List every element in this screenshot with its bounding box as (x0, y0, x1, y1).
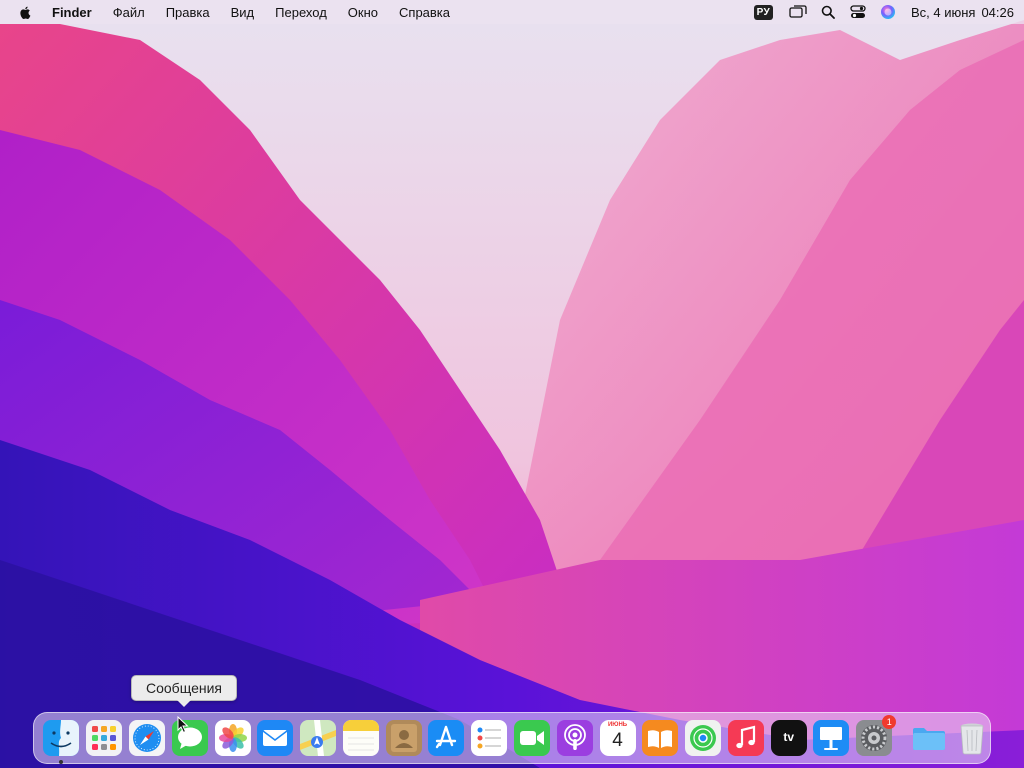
screen-mirroring-icon[interactable] (783, 1, 813, 23)
dock-maps[interactable] (300, 720, 337, 756)
calendar-day-label: 4 (612, 730, 623, 751)
music-icon (727, 720, 764, 756)
dock-mail[interactable] (257, 720, 294, 756)
dock-launchpad[interactable] (86, 720, 123, 756)
mail-icon (257, 720, 294, 756)
dock-tooltip: Сообщения (131, 675, 237, 707)
dock-tooltip-label: Сообщения (146, 680, 222, 696)
downloads-folder-icon (913, 728, 946, 750)
trash-icon (960, 723, 984, 755)
menu-file[interactable]: Файл (113, 5, 145, 20)
dock-finder[interactable] (43, 720, 80, 764)
menu-bar-clock[interactable]: Вс, 4 июня 04:26 (911, 5, 1014, 20)
dock-photos[interactable] (214, 720, 251, 756)
keynote-icon (813, 720, 850, 756)
dock-podcasts[interactable] (556, 720, 593, 756)
dock-music[interactable] (727, 720, 764, 756)
calendar-month-label: ИЮНЬ (607, 722, 628, 728)
dock-app-store[interactable] (428, 720, 465, 756)
menu-go[interactable]: Переход (275, 5, 327, 20)
notes-icon (342, 720, 379, 756)
menu-help[interactable]: Справка (399, 5, 450, 20)
finder-icon (43, 720, 80, 756)
menu-view[interactable]: Вид (231, 5, 255, 20)
menu-window[interactable]: Окно (348, 5, 378, 20)
system-settings-badge: 1 (882, 715, 897, 729)
dock-facetime[interactable] (513, 720, 550, 756)
dock-trash[interactable] (954, 720, 990, 756)
maps-icon (300, 720, 337, 756)
mouse-cursor-icon (177, 716, 189, 734)
dock-find-my[interactable] (685, 720, 722, 756)
find-my-icon (685, 720, 722, 756)
safari-icon (128, 720, 165, 756)
dock-apple-tv[interactable]: tv (770, 720, 807, 756)
dock-safari[interactable] (128, 720, 165, 756)
desktop-wallpaper (0, 0, 1024, 768)
facetime-icon (513, 720, 550, 756)
podcasts-icon (556, 720, 593, 756)
books-icon (642, 720, 679, 756)
dock-keynote[interactable] (813, 720, 850, 756)
dock-notes[interactable] (342, 720, 379, 756)
input-source-badge[interactable]: РУ (753, 4, 773, 20)
dock-reminders[interactable] (471, 720, 508, 756)
control-center-icon[interactable] (843, 1, 873, 23)
dock-calendar[interactable]: ИЮНЬ 4 (599, 720, 636, 756)
menu-edit[interactable]: Правка (166, 5, 210, 20)
clock-date: Вс, 4 июня (910, 4, 976, 20)
spotlight-search-icon[interactable] (813, 1, 843, 23)
dock-downloads-folder[interactable] (911, 720, 947, 756)
dock-system-settings[interactable]: 1 (856, 715, 897, 756)
apple-tv-label: tv (783, 730, 794, 744)
launchpad-icon (86, 720, 123, 756)
apple-menu-icon[interactable] (18, 4, 34, 20)
menu-bar-status: РУ Вс, 4 июня 04:26 (753, 1, 1014, 23)
siri-icon[interactable] (873, 1, 903, 23)
app-store-icon (428, 720, 465, 756)
reminders-icon (471, 720, 508, 756)
clock-time: 04:26 (981, 4, 1014, 20)
menu-bar: Finder Файл Правка Вид Переход Окно Спра… (0, 0, 1024, 24)
photos-icon (214, 720, 251, 756)
menu-bar-left: Finder Файл Правка Вид Переход Окно Спра… (18, 4, 754, 20)
dock-contacts[interactable] (385, 720, 422, 756)
finder-running-indicator (59, 760, 64, 764)
menu-app-name[interactable]: Finder (52, 5, 92, 20)
contacts-icon (385, 720, 422, 756)
dock-books[interactable] (642, 720, 679, 756)
